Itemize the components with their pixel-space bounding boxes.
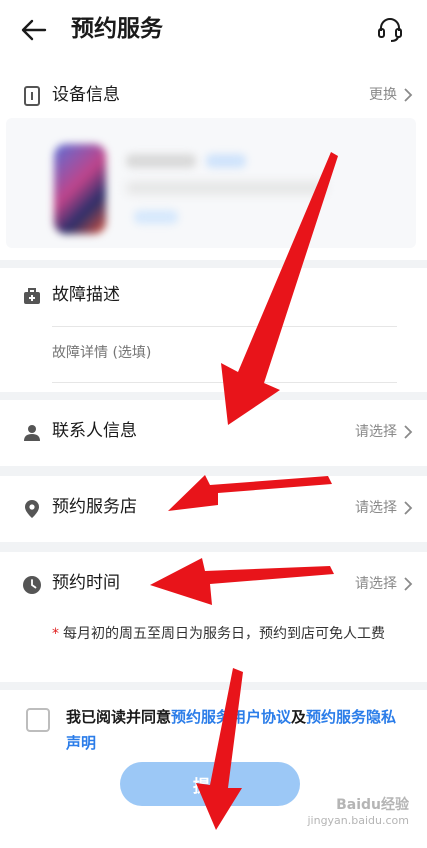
watermark-url: jingyan.baidu.com	[307, 814, 409, 827]
chevron-right-icon	[404, 425, 413, 439]
device-tag-blurred	[206, 154, 246, 168]
fault-detail-input[interactable]	[52, 338, 392, 368]
chevron-right-icon	[404, 88, 413, 102]
device-icon	[24, 86, 40, 106]
agreement-text: 我已阅读并同意预约服务用户协议及预约服务隐私声明	[66, 704, 400, 756]
headset-icon	[378, 18, 402, 42]
agree-checkbox[interactable]	[26, 708, 50, 732]
divider	[52, 382, 397, 383]
chevron-right-icon	[404, 577, 413, 591]
divider	[52, 326, 397, 327]
contact-info-row[interactable]: 联系人信息 请选择	[0, 400, 427, 466]
fault-header: 故障描述	[0, 280, 427, 312]
device-detail-blurred	[126, 182, 326, 194]
app-header: 预约服务	[0, 0, 427, 62]
change-device-link[interactable]: 更换	[369, 84, 397, 106]
appointment-time-row[interactable]: 预约时间 请选择	[0, 570, 427, 602]
page-title: 预约服务	[71, 16, 163, 42]
user-agreement-link[interactable]: 预约服务用户协议	[171, 708, 291, 726]
appointment-time-title: 预约时间	[52, 573, 120, 593]
device-tag2-blurred	[134, 210, 178, 224]
arrow-left-icon	[21, 19, 47, 41]
customer-service-button[interactable]	[371, 10, 409, 48]
contact-info-title: 联系人信息	[52, 421, 137, 441]
appointment-time-section: 预约时间 请选择 * 每月初的周五至周日为服务日，预约到店可免人工费	[0, 552, 427, 682]
agreement-prefix: 我已阅读并同意	[66, 708, 172, 726]
device-card[interactable]	[6, 118, 416, 248]
agreement-footer: 我已阅读并同意预约服务用户协议及预约服务隐私声明 提交 Baidu经验 jing…	[0, 690, 427, 848]
fault-title: 故障描述	[52, 285, 120, 305]
chevron-right-icon	[404, 501, 413, 515]
device-name-blurred	[126, 154, 196, 168]
fault-description-section: 故障描述	[0, 268, 427, 392]
service-store-row[interactable]: 预约服务店 请选择	[0, 476, 427, 542]
toolbox-icon	[24, 288, 40, 304]
service-day-note: * 每月初的周五至周日为服务日，预约到店可免人工费	[52, 622, 392, 646]
clock-icon	[23, 576, 41, 594]
location-pin-icon	[25, 500, 39, 518]
device-info-header: 设备信息 更换	[0, 80, 427, 112]
service-day-note-text: 每月初的周五至周日为服务日，预约到店可免人工费	[63, 626, 385, 642]
device-info-section: 设备信息 更换	[0, 62, 427, 260]
watermark-logo: Baidu经验	[336, 797, 409, 813]
agreement-middle: 及	[291, 708, 307, 726]
contact-select-link[interactable]: 请选择	[355, 421, 397, 443]
person-icon	[24, 425, 40, 441]
back-button[interactable]	[16, 12, 52, 48]
time-select-link[interactable]: 请选择	[355, 573, 397, 595]
submit-button[interactable]: 提交	[120, 762, 300, 806]
device-info-title: 设备信息	[52, 85, 120, 105]
store-select-link[interactable]: 请选择	[355, 497, 397, 519]
service-store-title: 预约服务店	[52, 497, 137, 517]
required-star: *	[52, 626, 59, 642]
device-image	[54, 144, 106, 234]
